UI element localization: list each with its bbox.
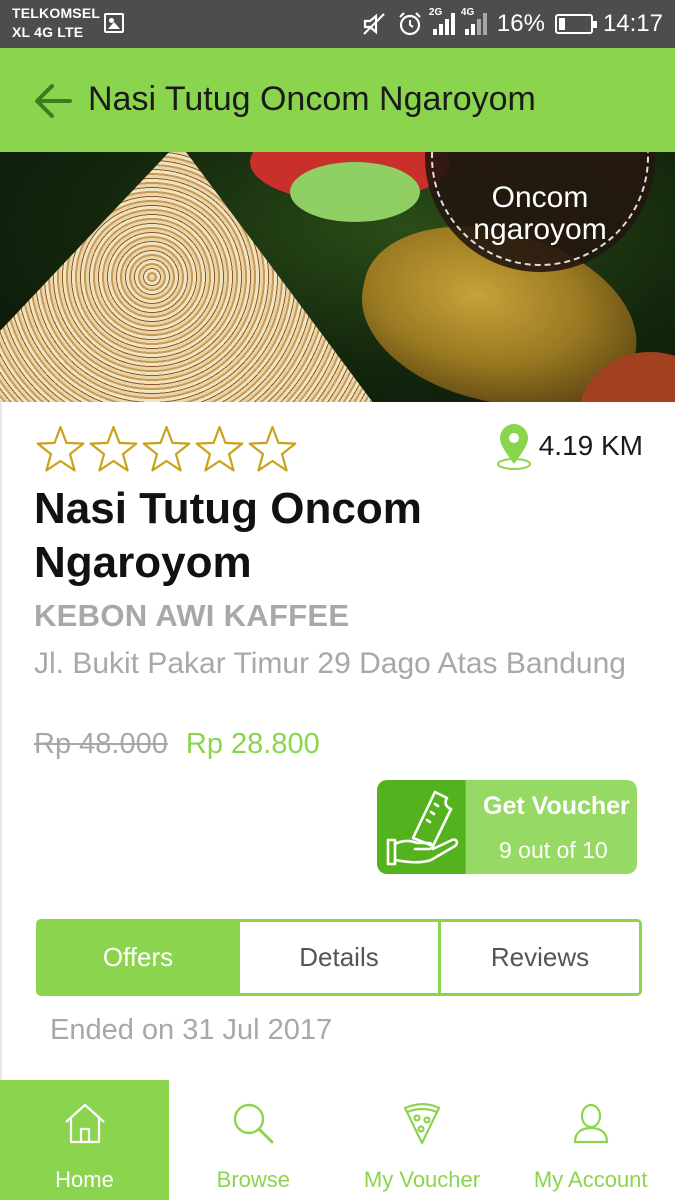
home-icon [64,1103,105,1144]
hero-lettuce [290,162,420,222]
star-icon [36,425,85,472]
rating-stars [34,424,299,476]
star-icon [195,425,244,472]
nav-my-account[interactable]: My Account [506,1080,675,1200]
user-icon [573,1103,608,1144]
app-bar: Nasi Tutug Oncom Ngaroyom [0,48,675,152]
page-title: Nasi Tutug Oncom Ngaroyom [88,80,536,118]
voucher-label: Get Voucher [483,792,630,820]
search-icon [234,1103,274,1144]
carrier-info: TELKOMSEL XL 4G LTE [12,4,100,42]
nav-my-account-label: My Account [533,1167,648,1192]
hero-image: Oncom ngaroyom [0,152,675,402]
nav-browse[interactable]: Browse [169,1080,338,1200]
nav-home-label: Home [55,1167,114,1192]
battery-icon [554,14,597,34]
carrier-name: TELKOMSEL [12,5,101,21]
original-price: Rp 48.000 [34,728,168,760]
bottom-navigation: Home Browse My Voucher My Account [0,1080,675,1200]
star-icon [142,425,191,472]
logo-text-line1: Oncom [491,181,589,214]
location-pin-icon [496,424,531,470]
nav-my-voucher-label: My Voucher [363,1167,481,1192]
status-icons: 2G 4G 16% 14:17 [361,0,663,48]
discount-price: Rp 28.800 [185,728,320,760]
logo-text: Oncom ngaroyom [425,182,655,246]
voucher-count: 9 out of 10 [499,837,608,863]
arrow-left-icon[interactable] [30,78,76,124]
logo-text-line2: ngaroyom [473,213,607,246]
tab-offers[interactable]: Offers [39,922,237,993]
tab-details[interactable]: Details [237,922,438,993]
signal-4g-icon: 4G [461,7,487,35]
deal-card: 4.19 KM Nasi Tutug Oncom Ngaroyom KEBON … [0,402,675,1080]
deal-title: Nasi Tutug Oncom Ngaroyom [34,484,422,587]
tab-bar: Offers Details Reviews [36,919,642,996]
merchant-address: Jl. Bukit Pakar Timur 29 Dago Atas Bandu… [34,647,626,680]
voucher-text-area: Get Voucher 9 out of 10 [465,780,637,874]
voucher-icon-container [377,780,465,874]
star-icon [89,425,138,472]
offer-end-date: Ended on 31 Jul 2017 [50,1014,333,1046]
pizza-icon [403,1103,441,1145]
distance-value: 4.19 KM [538,430,643,461]
network-2g-label: 2G [428,7,443,18]
image-notification-icon [104,13,124,33]
mute-icon [363,13,385,35]
network-4g-label: 4G [460,7,475,18]
nav-my-voucher[interactable]: My Voucher [338,1080,507,1200]
price-row: Rp 48.000 Rp 28.800 [34,728,320,761]
merchant-name: KEBON AWI KAFFEE [34,598,350,633]
signal-2g-icon: 2G [429,7,455,35]
hand-ticket-icon [386,790,459,866]
nav-home[interactable]: Home [0,1080,169,1200]
star-icon [248,425,297,472]
get-voucher-button[interactable]: Get Voucher 9 out of 10 [377,780,637,874]
tab-reviews[interactable]: Reviews [438,922,639,993]
nav-browse-label: Browse [216,1167,291,1192]
alarm-icon [399,12,421,36]
distance-info: 4.19 KM [495,422,643,470]
carrier-network: XL 4G LTE [12,24,84,40]
status-bar: TELKOMSEL XL 4G LTE 2G 4G 16% 14:17 [0,0,675,48]
battery-percent: 16% [496,10,545,37]
clock: 14:17 [602,10,663,37]
